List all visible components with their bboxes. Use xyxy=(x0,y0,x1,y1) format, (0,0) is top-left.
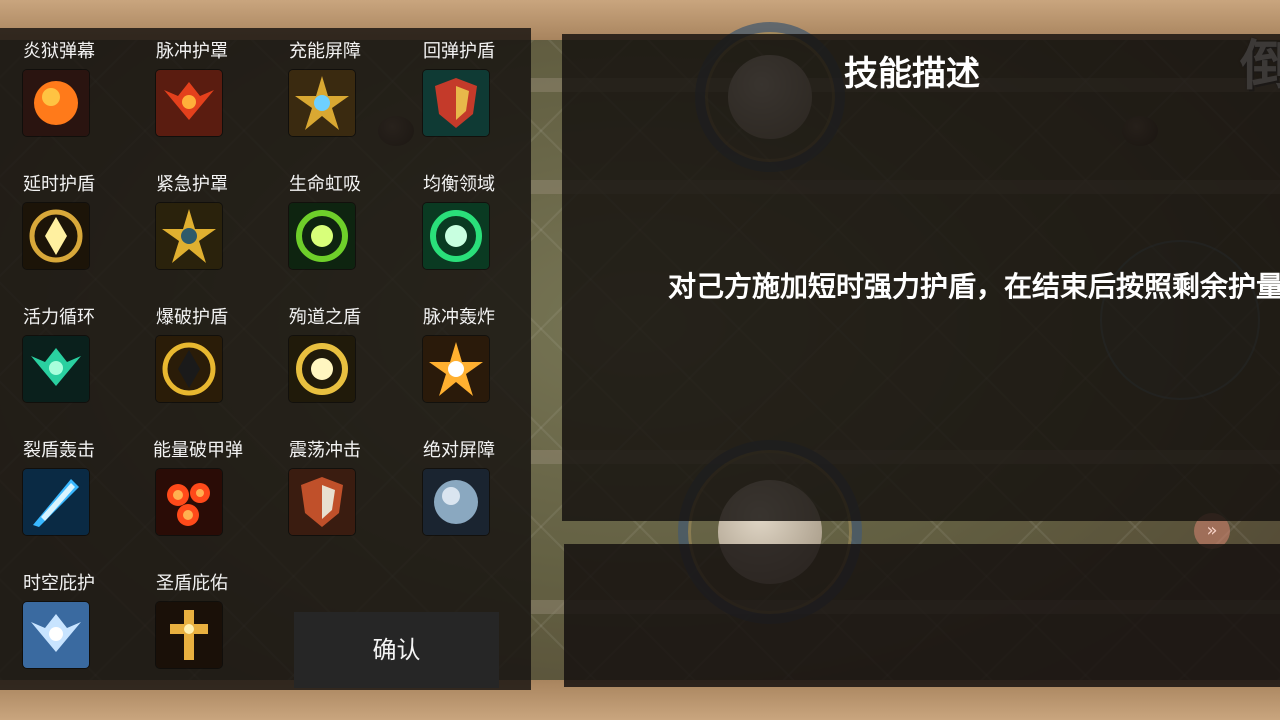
skill-item[interactable]: 能量破甲弹 xyxy=(153,439,273,539)
fireballs-icon xyxy=(156,469,222,535)
shield-charge-icon xyxy=(289,469,355,535)
golden-knight-icon xyxy=(289,336,355,402)
confirm-button[interactable]: 确认 xyxy=(294,612,499,688)
angel-wings-icon xyxy=(23,602,89,668)
skill-item[interactable]: 回弹护盾 xyxy=(423,40,543,140)
golden-emblem-icon xyxy=(23,203,89,269)
skill-item[interactable]: 均衡领域 xyxy=(423,173,543,273)
description-text: 对己方施加短时强力护盾，在结束后按照剩余护量 xyxy=(667,270,1280,303)
green-wings-icon xyxy=(23,336,89,402)
skill-name: 充能屏障 xyxy=(289,41,361,62)
skill-item[interactable]: 脉冲护罩 xyxy=(156,40,276,140)
skill-name: 炎狱弹幕 xyxy=(23,41,95,62)
skill-name: 生命虹吸 xyxy=(289,174,361,195)
golden-mech-icon xyxy=(289,70,355,136)
bottom-info-panel xyxy=(564,544,1280,687)
fire-orb-icon xyxy=(23,70,89,136)
hooded-figure-icon xyxy=(156,336,222,402)
skill-name: 爆破护盾 xyxy=(156,307,228,328)
skill-name: 回弹护盾 xyxy=(423,41,495,62)
skill-item[interactable]: 圣盾庇佑 xyxy=(156,572,276,672)
skill-item[interactable]: 爆破护盾 xyxy=(156,306,276,406)
skill-item[interactable]: 充能屏障 xyxy=(289,40,409,140)
skill-item[interactable]: 延时护盾 xyxy=(23,173,143,273)
skill-name: 震荡冲击 xyxy=(289,440,361,461)
skill-name: 时空庇护 xyxy=(23,573,95,594)
skill-name: 紧急护罩 xyxy=(156,174,228,195)
skill-name: 延时护盾 xyxy=(23,174,95,195)
skill-item[interactable]: 时空庇护 xyxy=(23,572,143,672)
skill-item[interactable]: 活力循环 xyxy=(23,306,143,406)
green-clock-icon xyxy=(423,203,489,269)
skill-name: 殉道之盾 xyxy=(289,307,361,328)
skill-item[interactable]: 震荡冲击 xyxy=(289,439,409,539)
skill-item[interactable]: 脉冲轰炸 xyxy=(423,306,543,406)
metal-sphere-icon xyxy=(423,469,489,535)
skill-name: 能量破甲弹 xyxy=(153,440,243,461)
ice-sword-icon xyxy=(23,469,89,535)
armored-warrior-icon xyxy=(423,70,489,136)
skill-name: 均衡领域 xyxy=(423,174,495,195)
description-title: 技能描述 xyxy=(844,54,980,94)
skill-item[interactable]: 裂盾轰击 xyxy=(23,439,143,539)
phoenix-shield-icon xyxy=(156,70,222,136)
skill-name: 裂盾轰击 xyxy=(23,440,95,461)
skill-name: 活力循环 xyxy=(23,307,95,328)
skill-item[interactable]: 炎狱弹幕 xyxy=(23,40,143,140)
green-vortex-icon xyxy=(289,203,355,269)
skill-description-panel: 技能描述 对己方施加短时强力护盾，在结束后按照剩余护量 xyxy=(562,34,1280,521)
skill-item[interactable]: 殉道之盾 xyxy=(289,306,409,406)
skill-name: 绝对屏障 xyxy=(423,440,495,461)
lightning-blast-icon xyxy=(423,336,489,402)
skill-name: 脉冲护罩 xyxy=(156,41,228,62)
skill-name: 圣盾庇佑 xyxy=(156,573,228,594)
skill-list-panel: 炎狱弹幕 脉冲护罩 充能屏障 回弹护盾延时护盾 紧急护罩 生命虹吸 均衡领域活力循环 爆破护盾… xyxy=(0,28,531,690)
skill-item[interactable]: 紧急护罩 xyxy=(156,173,276,273)
gold-armor-icon xyxy=(156,203,222,269)
skill-item[interactable]: 生命虹吸 xyxy=(289,173,409,273)
skill-item[interactable]: 绝对屏障 xyxy=(423,439,543,539)
skill-name: 脉冲轰炸 xyxy=(423,307,495,328)
holy-cross-icon xyxy=(156,602,222,668)
